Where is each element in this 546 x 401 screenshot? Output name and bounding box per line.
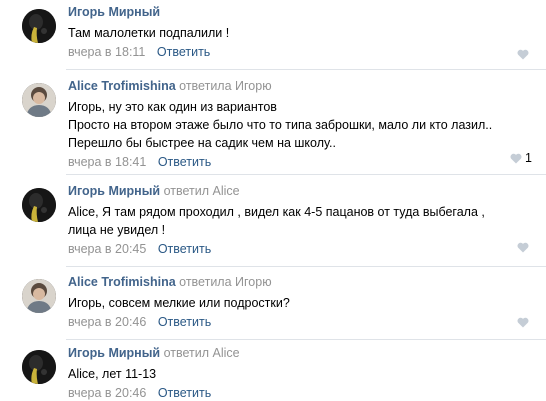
comment-author-link[interactable]: Игорь Мирный [68, 346, 160, 360]
comment-item: Игорь Мирный ответил Alice Alice, лет 11… [0, 345, 546, 400]
reply-to-label: ответил Alice [163, 184, 240, 198]
comment-text-line: Там малолетки подпалили ! [68, 26, 230, 40]
comment-author-link[interactable]: Игорь Мирный [68, 5, 160, 19]
comment-date[interactable]: вчера в 20:46 [68, 386, 146, 400]
like-button[interactable] [517, 46, 532, 62]
reply-to-label: ответила Игорю [179, 275, 272, 289]
comment-text-line: Alice, лет 11-13 [68, 367, 157, 381]
comment-item: Alice Trofimishina ответила Игорю Игорь,… [0, 78, 546, 170]
reply-to-label: ответила Игорю [179, 79, 272, 93]
comment-text: Alice, Я там рядом проходил , видел как … [68, 203, 534, 239]
comment-separator [66, 339, 546, 340]
comment-text-line: Alice, Я там рядом проходил , видел как … [68, 205, 485, 219]
avatar-igor[interactable] [22, 188, 56, 222]
comment-text: Alice, лет 11-13 [68, 365, 534, 383]
comment-date[interactable]: вчера в 20:46 [68, 315, 146, 329]
reply-to-label: ответил Alice [163, 346, 240, 360]
like-count: 1 [525, 151, 532, 165]
reply-button[interactable]: Ответить [157, 45, 210, 59]
heart-icon [510, 153, 522, 164]
comment-date[interactable]: вчера в 18:41 [68, 155, 146, 169]
comment-item: Игорь Мирный Там малолетки подпалили ! в… [0, 4, 546, 66]
comment-author-link[interactable]: Alice Trofimishina [68, 79, 176, 93]
comment-text-line: лица не увидел ! [68, 223, 166, 237]
comment-item: Игорь Мирный ответил Alice Alice, Я там … [0, 183, 546, 263]
avatar-igor[interactable] [22, 9, 56, 43]
reply-button[interactable]: Ответить [158, 315, 211, 329]
comment-text: Там малолетки подпалили ! [68, 24, 534, 42]
comment-separator [66, 69, 546, 70]
reply-button[interactable]: Ответить [158, 242, 211, 256]
comment-date[interactable]: вчера в 18:11 [68, 45, 145, 59]
comment-text: Игорь, совсем мелкие или подростки? [68, 294, 534, 312]
comment-text-line: Игорь, ну это как один из вариантов [68, 100, 277, 114]
reply-button[interactable]: Ответить [158, 386, 211, 400]
comment-text-line: Перешло бы быстрее на садик чем на школу… [68, 136, 336, 150]
comment-separator [66, 266, 546, 267]
comment-author-link[interactable]: Alice Trofimishina [68, 275, 176, 289]
heart-icon [517, 242, 529, 253]
comment-author-link[interactable]: Игорь Мирный [68, 184, 160, 198]
comment-separator [66, 174, 546, 175]
like-button[interactable] [517, 239, 532, 255]
comment-text-line: Просто на втором этаже было что то типа … [68, 118, 493, 132]
heart-icon [517, 317, 529, 328]
like-button[interactable]: 1 [510, 150, 532, 166]
avatar-alice[interactable] [22, 83, 56, 117]
like-button[interactable] [517, 314, 532, 330]
avatar-igor[interactable] [22, 350, 56, 384]
heart-icon [517, 49, 529, 60]
comment-text-line: Игорь, совсем мелкие или подростки? [68, 296, 290, 310]
comment-date[interactable]: вчера в 20:45 [68, 242, 146, 256]
comment-text: Игорь, ну это как один из вариантов Прос… [68, 98, 534, 152]
reply-button[interactable]: Ответить [158, 155, 211, 169]
avatar-alice[interactable] [22, 279, 56, 313]
comment-item: Alice Trofimishina ответила Игорю Игорь,… [0, 274, 546, 336]
